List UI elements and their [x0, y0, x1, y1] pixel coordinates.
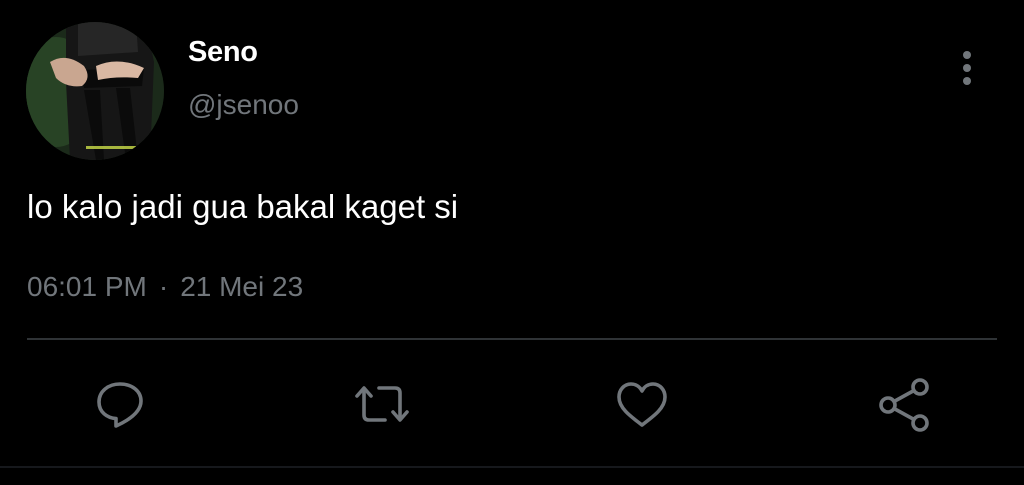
author-handle[interactable]: @jsenoo	[188, 89, 299, 121]
like-button[interactable]	[612, 375, 672, 435]
tweet-date[interactable]: 21 Mei 23	[180, 271, 303, 302]
tweet-time[interactable]: 06:01 PM	[27, 271, 147, 302]
avatar[interactable]	[26, 22, 164, 160]
avatar-photo	[26, 22, 164, 160]
more-options-button[interactable]	[953, 46, 981, 90]
action-bar	[0, 375, 1024, 435]
reply-button[interactable]	[90, 375, 150, 435]
reply-icon	[97, 382, 143, 428]
bottom-divider	[0, 466, 1024, 468]
tweet-card: Seno @jsenoo lo kalo jadi gua bakal kage…	[0, 0, 1024, 485]
share-icon	[879, 378, 929, 432]
share-button[interactable]	[874, 375, 934, 435]
retweet-button[interactable]	[352, 375, 412, 435]
heart-icon	[617, 382, 667, 427]
more-vertical-icon	[963, 51, 971, 85]
tweet-meta: 06:01 PM · 21 Mei 23	[27, 271, 303, 303]
tweet-text: lo kalo jadi gua bakal kaget si	[27, 188, 459, 225]
divider	[27, 338, 997, 340]
retweet-icon	[355, 386, 409, 422]
author-display-name[interactable]: Seno	[188, 36, 258, 69]
meta-separator: ·	[158, 271, 169, 302]
